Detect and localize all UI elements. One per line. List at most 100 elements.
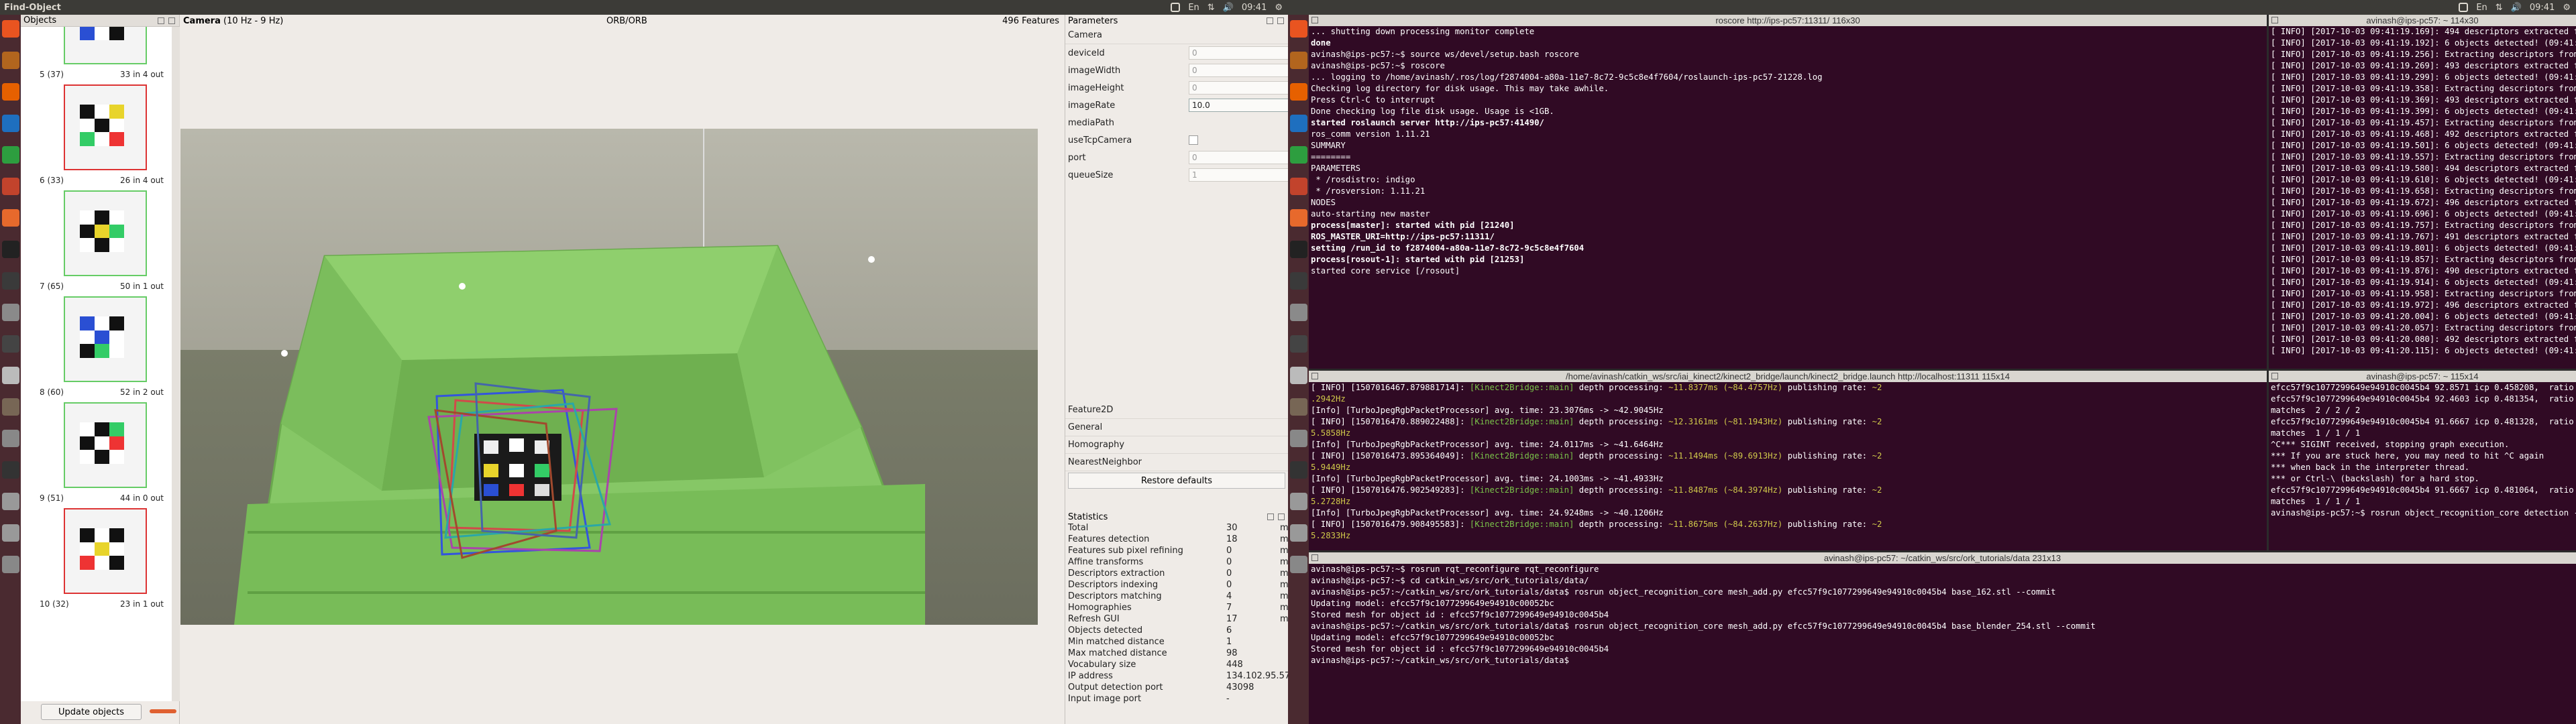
group-feature2d[interactable]: Feature2D	[1065, 402, 1288, 419]
software-center-icon[interactable]	[1, 209, 19, 227]
amazon-icon[interactable]	[1289, 241, 1307, 258]
inkscape-icon[interactable]	[1, 461, 19, 479]
terminal-line: Press Ctrl-C to interrupt	[1311, 95, 1436, 105]
calc-icon[interactable]	[1, 146, 19, 164]
param-imagerate-field[interactable]: 10.0	[1189, 99, 1288, 112]
statistic-value: 6	[1226, 625, 1232, 636]
use-tcp-camera-checkbox[interactable]	[1189, 135, 1198, 145]
network-icon[interactable]: ⇅	[1208, 3, 1215, 13]
close-icon[interactable]	[1277, 17, 1284, 24]
objects-list[interactable]: 5 (37) 33 in 4 out 6 (33) 26 in 4 out 7 (65)…	[21, 27, 180, 701]
terminal-roscore[interactable]: roscore http://ips-pc57:11311/ 116x30 ..…	[1309, 15, 2267, 369]
gear-icon[interactable]: ⚙	[2563, 3, 2571, 13]
drive-icon[interactable]	[1289, 493, 1307, 510]
terminal-ork-detection[interactable]: avinash@ips-pc57: ~ 115x14 efcc57f9c1077…	[2269, 371, 2576, 550]
writer-icon[interactable]	[1, 115, 19, 132]
list-item[interactable]: 10 (32) 23 in 1 out	[21, 504, 180, 611]
param-port-field[interactable]: 0	[1189, 151, 1288, 164]
cmake-icon[interactable]	[1, 430, 19, 447]
keyboard-icon[interactable]	[2459, 3, 2469, 12]
terminal-kinect2-bridge[interactable]: /home/avinash/catkin_ws/src/iai_kinect2/…	[1309, 371, 2267, 550]
param-label: mediaPath	[1068, 117, 1115, 128]
drive-icon[interactable]	[1, 493, 19, 510]
restore-defaults-button[interactable]: Restore defaults	[1068, 473, 1285, 489]
rviz-icon[interactable]	[1289, 335, 1307, 353]
inkscape-icon[interactable]	[1289, 461, 1307, 479]
close-icon[interactable]	[1311, 17, 1318, 23]
pencil-icon[interactable]	[1, 367, 19, 384]
gimp-icon[interactable]	[1, 398, 19, 416]
camera-dock-header: Camera (10 Hz - 9 Hz) ORB/ORB 496 Featur…	[180, 15, 1065, 27]
cmake-icon[interactable]	[1289, 430, 1307, 447]
list-item[interactable]: 6 (33) 26 in 4 out	[21, 80, 180, 188]
pencil-icon[interactable]	[1289, 367, 1307, 384]
keyboard-icon[interactable]	[1171, 3, 1181, 12]
writer-icon[interactable]	[1289, 115, 1307, 132]
param-queuesize-field[interactable]: 1	[1189, 168, 1288, 182]
close-icon[interactable]	[1311, 554, 1318, 561]
param-imageheight-field[interactable]: 0	[1189, 81, 1288, 95]
float-icon[interactable]	[1267, 514, 1274, 520]
rviz-icon[interactable]	[1, 335, 19, 353]
trash-icon[interactable]	[1289, 556, 1307, 573]
clock[interactable]: 09:41	[2530, 3, 2555, 13]
objects-scrollbar[interactable]	[172, 27, 180, 701]
dash-icon[interactable]	[1, 20, 19, 38]
list-item[interactable]: 5 (37) 33 in 4 out	[21, 27, 180, 82]
terminal-icon[interactable]	[1289, 272, 1307, 290]
close-icon[interactable]	[1278, 514, 1285, 520]
drive-icon[interactable]	[1, 524, 19, 542]
dash-icon[interactable]	[1289, 20, 1307, 38]
terminal-segment: 5.2728Hz	[1311, 497, 1351, 506]
statistic-value: 43098	[1226, 682, 1254, 692]
files-icon[interactable]	[1289, 52, 1307, 69]
volume-icon[interactable]: 🔊	[2511, 3, 2522, 13]
float-icon[interactable]	[1267, 17, 1273, 24]
calc-icon[interactable]	[1289, 146, 1307, 164]
object-label: 8 (60)	[40, 387, 64, 397]
close-icon[interactable]	[2271, 17, 2278, 23]
clock[interactable]: 09:41	[1242, 3, 1267, 13]
firefox-icon[interactable]	[1289, 83, 1307, 101]
close-icon[interactable]	[168, 17, 175, 24]
impress-icon[interactable]	[1, 178, 19, 195]
param-deviceid-field[interactable]: 0	[1189, 46, 1288, 60]
gear-icon[interactable]: ⚙	[1275, 3, 1283, 13]
list-item[interactable]: 8 (60) 52 in 2 out	[21, 292, 180, 400]
gimp-icon[interactable]	[1289, 398, 1307, 416]
group-general[interactable]: General	[1065, 419, 1288, 436]
close-icon[interactable]	[1311, 373, 1318, 379]
terminal-detection-log[interactable]: avinash@ips-pc57: ~ 114x30 [ INFO] [2017…	[2269, 15, 2576, 369]
trash-icon[interactable]	[1, 556, 19, 573]
group-camera[interactable]: Camera	[1065, 27, 1288, 44]
software-center-icon[interactable]	[1289, 209, 1307, 227]
close-icon[interactable]	[2271, 373, 2278, 379]
terminal-ork-data[interactable]: avinash@ips-pc57: ~/catkin_ws/src/ork_tu…	[1309, 552, 2576, 724]
settings-icon[interactable]	[1289, 304, 1307, 321]
update-objects-button[interactable]: Update objects	[41, 704, 142, 720]
param-label: queueSize	[1068, 170, 1114, 180]
language-indicator[interactable]: En	[2476, 3, 2487, 13]
list-item[interactable]: 7 (65) 50 in 1 out	[21, 186, 180, 294]
settings-icon[interactable]	[1, 304, 19, 321]
drive-icon[interactable]	[1289, 524, 1307, 542]
firefox-icon[interactable]	[1, 83, 19, 101]
param-imagewidth-field[interactable]: 0	[1189, 64, 1288, 77]
float-icon[interactable]	[158, 17, 164, 24]
impress-icon[interactable]	[1289, 178, 1307, 195]
thumbnail-size-slider[interactable]	[150, 709, 176, 713]
amazon-icon[interactable]	[1, 241, 19, 258]
files-icon[interactable]	[1, 52, 19, 69]
terminal-icon[interactable]	[1, 272, 19, 290]
statistic-value: 0	[1226, 546, 1232, 556]
terminal-line: [ INFO] [1507016467.879881714]: [Kinect2…	[1311, 382, 2265, 394]
language-indicator[interactable]: En	[1188, 3, 1199, 13]
volume-icon[interactable]: 🔊	[1223, 3, 1234, 13]
group-nearestneighbor[interactable]: NearestNeighbor	[1065, 454, 1288, 471]
network-icon[interactable]: ⇅	[2496, 3, 2503, 13]
camera-image[interactable]	[180, 129, 1038, 625]
group-homography[interactable]: Homography	[1065, 436, 1288, 454]
statistic-unit: ms	[1280, 614, 1288, 624]
param-label: imageHeight	[1068, 82, 1124, 93]
list-item[interactable]: 9 (51) 44 in 0 out	[21, 398, 180, 505]
